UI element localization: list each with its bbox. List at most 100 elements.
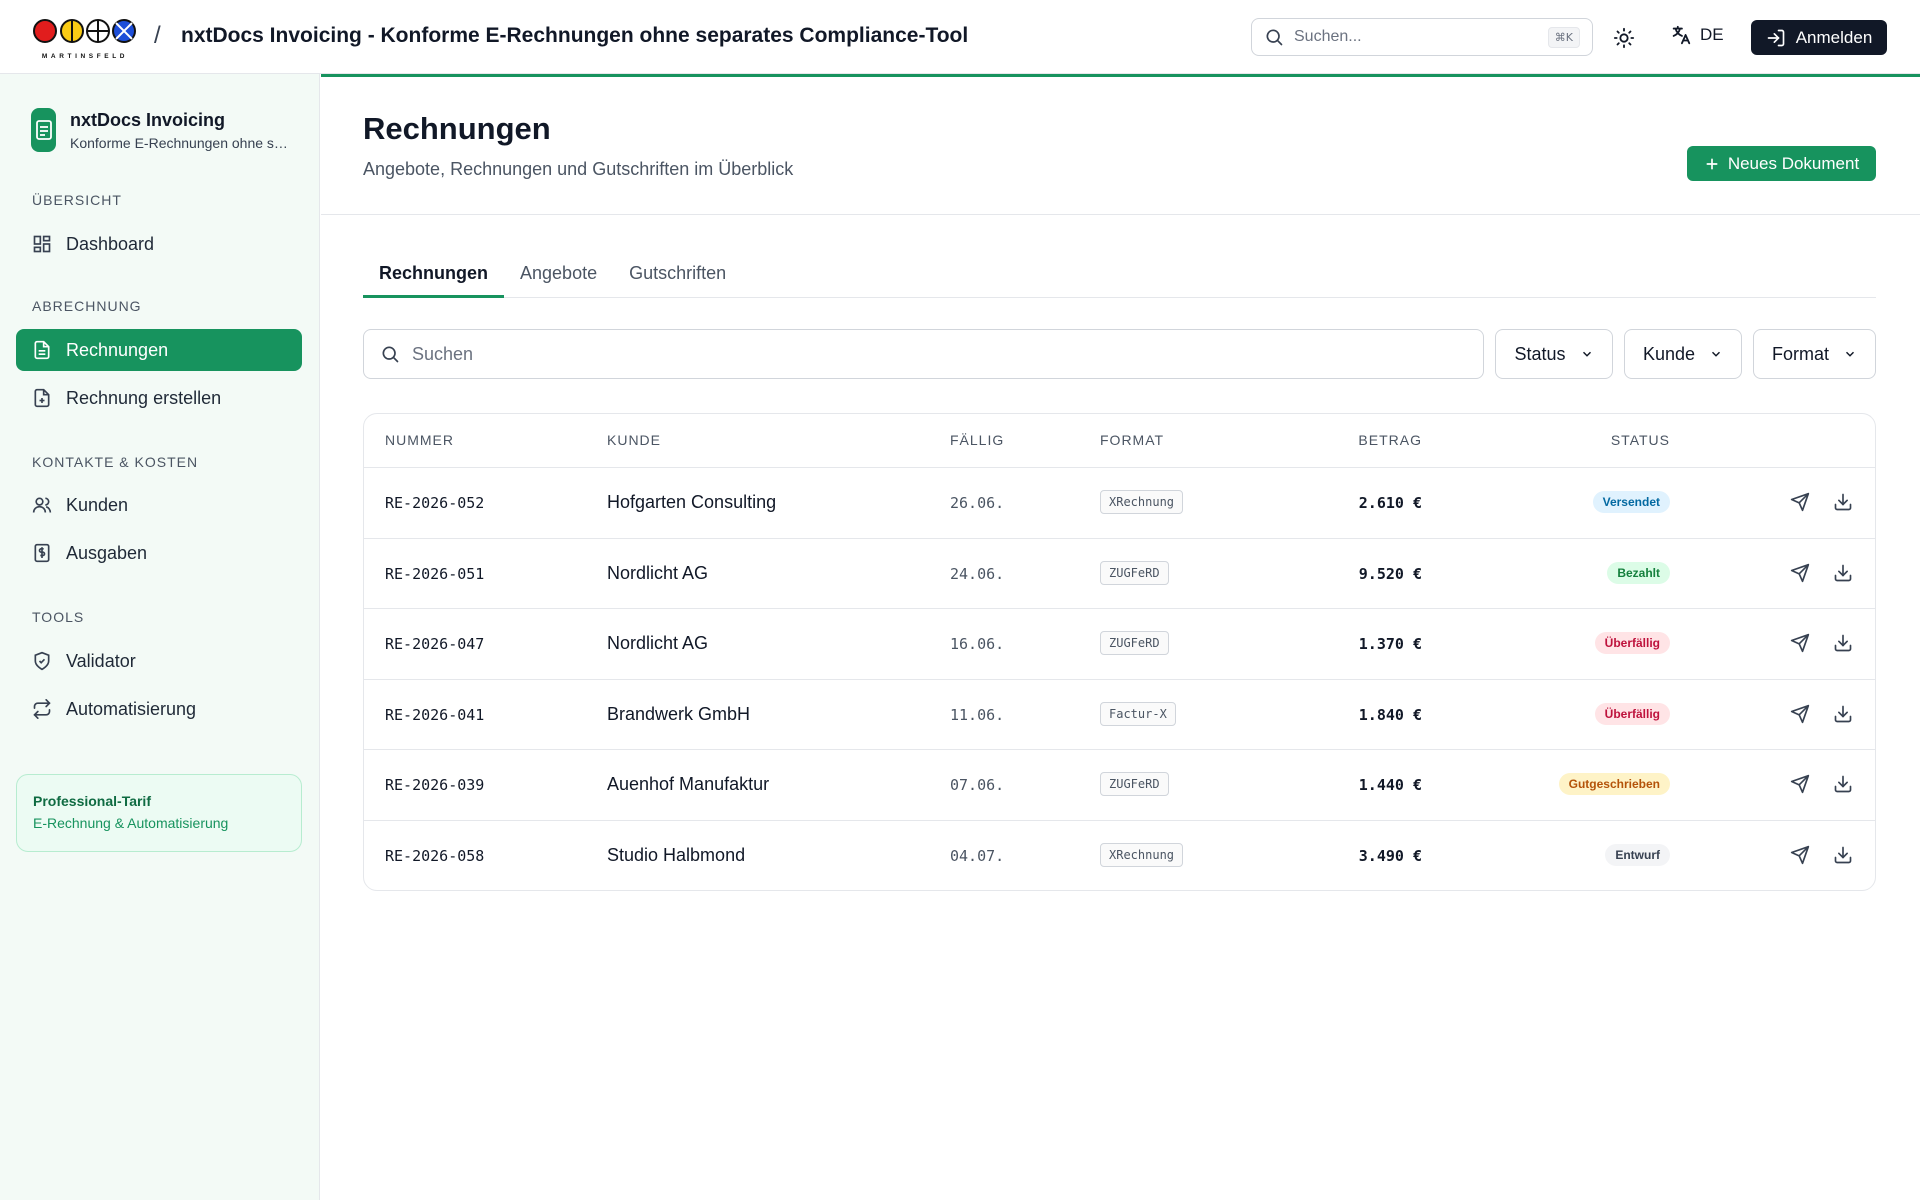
column-header-kunde[interactable]: KUNDE bbox=[607, 432, 661, 448]
due-date: 11.06. bbox=[950, 705, 1005, 724]
login-label: Anmelden bbox=[1795, 27, 1873, 47]
translate-icon bbox=[1672, 25, 1691, 45]
kunde-filter-label: Kunde bbox=[1642, 343, 1696, 364]
invoice-number[interactable]: RE-2026-039 bbox=[385, 776, 484, 794]
product-subtitle: Konforme E-Rechnungen ohne separates Com… bbox=[70, 135, 290, 151]
download-icon bbox=[1834, 846, 1852, 863]
section-label-uebersicht: ÜBERSICHT bbox=[32, 192, 122, 208]
due-date: 24.06. bbox=[950, 564, 1005, 583]
amount: 2.610 € bbox=[1358, 494, 1422, 512]
invoice-number[interactable]: RE-2026-041 bbox=[385, 706, 484, 724]
send-icon bbox=[1790, 845, 1810, 864]
new-document-label: Neues Dokument bbox=[1727, 153, 1860, 173]
plan-card[interactable]: Professional-Tarif E-Rechnung & Automati… bbox=[16, 774, 302, 852]
status-filter-label: Status bbox=[1514, 343, 1566, 364]
download-button[interactable] bbox=[1833, 774, 1853, 799]
status-badge: Überfällig bbox=[1594, 632, 1670, 654]
sidebar-item-label: Rechnungen bbox=[66, 339, 169, 360]
tab-angebote[interactable]: Angebote bbox=[504, 255, 613, 298]
global-search-input[interactable]: Suchen... ⌘K bbox=[1251, 18, 1593, 56]
sidebar-item-dashboard[interactable]: Dashboard bbox=[16, 223, 302, 265]
send-button[interactable] bbox=[1790, 704, 1810, 729]
language-switcher[interactable]: DE bbox=[1670, 24, 1724, 46]
format-filter-label: Format bbox=[1771, 343, 1829, 364]
sidebar-item-label: Rechnung erstellen bbox=[66, 387, 222, 408]
customer-name: Nordlicht AG bbox=[607, 562, 709, 583]
product-name: nxtDocs Invoicing bbox=[70, 110, 226, 130]
sidebar-item-label: Validator bbox=[66, 650, 136, 671]
page-header: Rechnungen Angebote, Rechnungen und Guts… bbox=[321, 77, 1920, 215]
send-button[interactable] bbox=[1790, 633, 1810, 658]
login-button[interactable]: Anmelden bbox=[1751, 20, 1887, 55]
download-button[interactable] bbox=[1833, 563, 1853, 588]
tab-gutschriften[interactable]: Gutschriften bbox=[613, 255, 742, 298]
customer-name: Studio Halbmond bbox=[607, 844, 746, 865]
sidebar-item-rechnungen[interactable]: Rechnungen bbox=[16, 329, 302, 371]
invoice-number[interactable]: RE-2026-047 bbox=[385, 635, 484, 653]
download-icon bbox=[1834, 564, 1852, 581]
send-button[interactable] bbox=[1790, 845, 1810, 870]
dashboard-icon bbox=[33, 235, 51, 253]
chevron-down-icon bbox=[1712, 351, 1721, 357]
sidebar-item-rechnung-erstellen[interactable]: Rechnung erstellen bbox=[16, 377, 302, 419]
download-button[interactable] bbox=[1833, 704, 1853, 729]
product-icon bbox=[31, 108, 56, 152]
download-icon bbox=[1834, 705, 1852, 722]
sidebar-item-ausgaben[interactable]: Ausgaben bbox=[16, 532, 302, 574]
table-row[interactable]: RE-2026-058 Studio Halbmond 04.07. XRech… bbox=[364, 821, 1875, 891]
table-row[interactable]: RE-2026-047 Nordlicht AG 16.06. ZUGFeRD … bbox=[364, 609, 1875, 680]
main-content: Rechnungen Angebote, Rechnungen und Guts… bbox=[321, 74, 1920, 1200]
app-title[interactable]: nxtDocs Invoicing - Konforme E-Rechnunge… bbox=[181, 24, 968, 48]
amount: 1.370 € bbox=[1358, 635, 1422, 653]
plan-subtitle: E-Rechnung & Automatisierung bbox=[33, 815, 229, 831]
invoice-number[interactable]: RE-2026-051 bbox=[385, 565, 484, 583]
download-icon bbox=[1834, 775, 1852, 793]
customer-name: Auenhof Manufaktur bbox=[607, 774, 770, 794]
column-header-format[interactable]: FORMAT bbox=[1100, 432, 1164, 448]
column-header-status[interactable]: STATUS bbox=[1611, 432, 1670, 448]
download-button[interactable] bbox=[1833, 492, 1853, 517]
theme-toggle-button[interactable] bbox=[1610, 24, 1638, 52]
format-badge: Factur-X bbox=[1100, 701, 1176, 726]
file-text-icon bbox=[35, 120, 52, 140]
send-icon bbox=[1790, 492, 1810, 512]
section-label-tools: TOOLS bbox=[32, 609, 85, 625]
download-button[interactable] bbox=[1833, 845, 1853, 870]
column-header-betrag[interactable]: BETRAG bbox=[1358, 432, 1422, 448]
status-badge: Gutgeschrieben bbox=[1558, 773, 1670, 795]
product-header[interactable]: nxtDocs Invoicing Konforme E-Rechnungen … bbox=[31, 108, 290, 152]
sidebar-item-automatisierung[interactable]: Automatisierung bbox=[16, 688, 302, 730]
new-document-button[interactable]: Neues Dokument bbox=[1687, 146, 1876, 181]
customer-name: Nordlicht AG bbox=[607, 633, 709, 653]
kunde-filter-dropdown[interactable]: Kunde bbox=[1624, 329, 1742, 379]
invoice-number[interactable]: RE-2026-058 bbox=[385, 847, 484, 865]
download-button[interactable] bbox=[1833, 633, 1853, 658]
send-button[interactable] bbox=[1790, 563, 1810, 588]
table-search-placeholder: Suchen bbox=[412, 343, 474, 364]
send-button[interactable] bbox=[1790, 774, 1810, 799]
sidebar-item-validator[interactable]: Validator bbox=[16, 640, 302, 682]
tab-rechnungen[interactable]: Rechnungen bbox=[363, 255, 505, 298]
martinsfeld-logo[interactable]: MARTINSFELD bbox=[32, 18, 138, 60]
login-icon bbox=[1767, 29, 1785, 46]
table-header: NUMMER KUNDE FÄLLIG FORMAT BETRAG STATUS bbox=[364, 414, 1875, 468]
send-icon bbox=[1790, 704, 1810, 723]
amount: 1.840 € bbox=[1358, 705, 1422, 724]
sidebar-item-label: Automatisierung bbox=[66, 698, 197, 719]
column-header-faellig[interactable]: FÄLLIG bbox=[950, 432, 1004, 448]
sidebar-item-label: Kunden bbox=[66, 494, 129, 515]
table-row[interactable]: RE-2026-041 Brandwerk GmbH 11.06. Factur… bbox=[364, 680, 1875, 750]
column-header-nummer[interactable]: NUMMER bbox=[385, 432, 454, 448]
format-filter-dropdown[interactable]: Format bbox=[1753, 329, 1876, 379]
status-filter-dropdown[interactable]: Status bbox=[1495, 329, 1613, 379]
table-body: RE-2026-052 Hofgarten Consulting 26.06. … bbox=[364, 468, 1875, 891]
table-row[interactable]: RE-2026-051 Nordlicht AG 24.06. ZUGFeRD … bbox=[364, 539, 1875, 609]
sidebar-item-kunden[interactable]: Kunden bbox=[16, 484, 302, 526]
table-row[interactable]: RE-2026-052 Hofgarten Consulting 26.06. … bbox=[364, 468, 1875, 539]
file-text-icon bbox=[34, 340, 50, 360]
send-button[interactable] bbox=[1790, 492, 1810, 517]
table-search-input[interactable]: Suchen bbox=[363, 329, 1484, 379]
invoice-number[interactable]: RE-2026-052 bbox=[385, 494, 484, 512]
table-row[interactable]: RE-2026-039 Auenhof Manufaktur 07.06. ZU… bbox=[364, 750, 1875, 821]
logo-text: MARTINSFELD bbox=[41, 53, 129, 60]
